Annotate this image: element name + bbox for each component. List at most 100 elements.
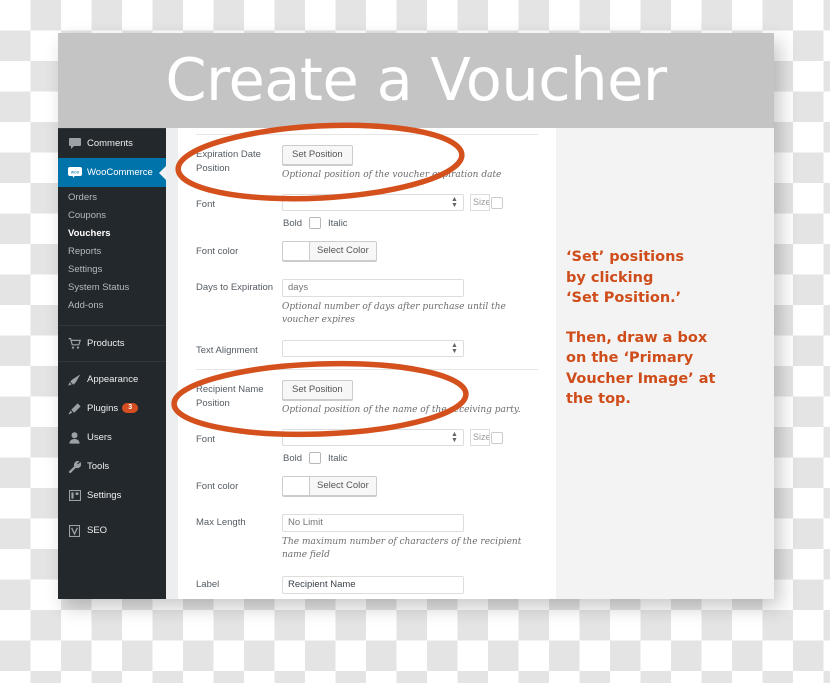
sidebar-gutter bbox=[166, 128, 178, 599]
field-description: Optional position of the voucher expirat… bbox=[282, 170, 502, 180]
window-title-bar: Create a Voucher bbox=[58, 33, 774, 128]
select-color-label: Select Color bbox=[317, 245, 369, 256]
font-size-input-recipient[interactable]: Size bbox=[470, 429, 490, 447]
annotation-line-1: ‘Set’ positions bbox=[566, 249, 685, 265]
spinner-icon: ▲ ▼ bbox=[451, 196, 458, 210]
admin-sidebar: Comments woo WooCommerce Orders Coupons … bbox=[58, 128, 167, 599]
sidebar-item-label: Tools bbox=[87, 461, 110, 472]
sidebar-item-label: SEO bbox=[87, 525, 108, 536]
sidebar-item-label: WooCommerce bbox=[87, 167, 153, 178]
page-title: Create a Voucher bbox=[165, 45, 667, 114]
sidebar-item-seo[interactable]: SEO bbox=[58, 516, 166, 545]
sidebar-item-label: Products bbox=[87, 338, 125, 349]
bold-checkbox-recipient[interactable] bbox=[309, 452, 322, 464]
voucher-settings-form: Expiration Date Position Set Position Op… bbox=[178, 128, 556, 599]
font-select-expiration[interactable]: ▲ ▼ bbox=[282, 194, 464, 212]
field-expiration-date-position: Expiration Date Position Set Position Op… bbox=[178, 144, 556, 182]
field-days-to-expiration: Days to Expiration Optional number of da… bbox=[178, 277, 556, 327]
annotation-line-4: Then, draw a box bbox=[566, 329, 708, 346]
field-label: Max Length bbox=[196, 517, 246, 528]
select-color-button-expiration[interactable]: Select Color bbox=[282, 241, 377, 261]
annotation-gap bbox=[566, 309, 766, 328]
spinner-icon: ▲ ▼ bbox=[451, 431, 458, 445]
set-position-button-recipient[interactable]: Set Position bbox=[282, 380, 353, 400]
sidebar-subitem-settings[interactable]: Settings bbox=[58, 261, 166, 279]
field-label: Font color bbox=[196, 481, 239, 492]
user-icon bbox=[67, 431, 82, 444]
field-label: Days to Expiration bbox=[196, 282, 274, 293]
comment-icon bbox=[67, 137, 82, 150]
bold-italic-row-recipient: Bold Italic bbox=[282, 452, 544, 464]
svg-text:woo: woo bbox=[70, 169, 79, 174]
plug-icon bbox=[67, 402, 82, 415]
sidebar-item-tools[interactable]: Tools bbox=[58, 452, 166, 481]
italic-label: Italic bbox=[328, 217, 348, 229]
color-swatch bbox=[283, 242, 310, 260]
wp-admin-body: Comments woo WooCommerce Orders Coupons … bbox=[58, 128, 774, 599]
select-color-label: Select Color bbox=[317, 480, 369, 491]
bold-italic-row-expiration: Bold Italic bbox=[282, 217, 544, 229]
sidebar-item-appearance[interactable]: Appearance bbox=[58, 365, 166, 394]
sidebar-item-products[interactable]: Products bbox=[58, 329, 166, 358]
sidebar-divider-2 bbox=[58, 361, 166, 362]
field-label: Font bbox=[196, 434, 216, 445]
sidebar-item-label: Comments bbox=[87, 138, 133, 149]
color-swatch bbox=[283, 477, 310, 495]
size-checkbox-recipient[interactable] bbox=[491, 431, 503, 444]
field-description: Optional number of days after purchase u… bbox=[282, 302, 506, 325]
field-expiration-font: Font ▲ ▼ Size Bold Italic bbox=[178, 194, 556, 229]
sidebar-subitem-add-ons[interactable]: Add-ons bbox=[58, 297, 166, 315]
bold-checkbox-expiration[interactable] bbox=[309, 217, 322, 229]
seo-icon bbox=[67, 524, 82, 537]
sidebar-item-woocommerce[interactable]: woo WooCommerce bbox=[58, 158, 167, 187]
form-rule-mid bbox=[196, 369, 538, 370]
field-description: The maximum number of characters of the … bbox=[282, 537, 522, 560]
field-label: Label bbox=[196, 579, 220, 590]
size-checkbox-expiration[interactable] bbox=[491, 196, 503, 209]
bold-label: Bold bbox=[283, 217, 303, 229]
max-length-input[interactable] bbox=[282, 514, 464, 532]
field-text-alignment: Text Alignment ▲ ▼ bbox=[178, 340, 556, 358]
annotation-line-3: ‘Set Position.’ bbox=[566, 290, 682, 306]
sliders-icon bbox=[67, 489, 82, 502]
field-label: Font bbox=[196, 199, 216, 210]
plugins-update-badge: 3 bbox=[122, 402, 139, 413]
sidebar-subitem-coupons[interactable]: Coupons bbox=[58, 207, 166, 225]
sidebar-item-label: Users bbox=[87, 432, 112, 443]
field-recipient-font: Font ▲ ▼ Size Bold Italic bbox=[178, 429, 556, 464]
recipient-label-input[interactable] bbox=[282, 576, 464, 594]
annotation-line-6: Voucher Image’ at bbox=[566, 370, 716, 387]
font-size-input-expiration[interactable]: Size bbox=[470, 194, 490, 212]
brush-icon bbox=[67, 373, 82, 386]
sidebar-item-plugins[interactable]: Plugins 3 bbox=[58, 394, 166, 423]
sidebar-item-users[interactable]: Users bbox=[58, 423, 166, 452]
annotation-callout: ‘Set’ positions by clicking ‘Set Positio… bbox=[566, 247, 766, 410]
sidebar-divider-1 bbox=[58, 325, 166, 326]
sidebar-subitem-system-status[interactable]: System Status bbox=[58, 279, 166, 297]
font-select-recipient[interactable]: ▲ ▼ bbox=[282, 429, 464, 447]
bold-label: Bold bbox=[283, 452, 303, 464]
sidebar-subitem-vouchers[interactable]: Vouchers bbox=[58, 225, 166, 243]
sidebar-subitem-orders[interactable]: Orders bbox=[58, 189, 166, 207]
sidebar-item-settings[interactable]: Settings bbox=[58, 481, 166, 510]
cart-icon bbox=[67, 337, 82, 350]
annotation-line-2: by clicking bbox=[566, 269, 654, 286]
text-alignment-select[interactable]: ▲ ▼ bbox=[282, 340, 464, 358]
sidebar-item-comments[interactable]: Comments bbox=[58, 129, 166, 158]
sidebar-subitem-reports[interactable]: Reports bbox=[58, 243, 166, 261]
field-label: Expiration Date Position bbox=[196, 149, 261, 174]
wrench-icon bbox=[67, 460, 82, 473]
field-label: Font color bbox=[196, 246, 239, 257]
field-recipient-name-position: Recipient Name Position Set Position Opt… bbox=[178, 379, 556, 417]
sidebar-item-label: Settings bbox=[87, 490, 122, 501]
set-position-button-expiration[interactable]: Set Position bbox=[282, 145, 353, 165]
spinner-icon: ▲ ▼ bbox=[451, 342, 458, 356]
woocommerce-submenu: Orders Coupons Vouchers Reports Settings… bbox=[58, 187, 166, 322]
select-color-button-recipient[interactable]: Select Color bbox=[282, 476, 377, 496]
form-rule-top bbox=[196, 134, 538, 135]
field-recipient-font-color: Font color Select Color bbox=[178, 476, 556, 500]
field-label: Text Alignment bbox=[196, 345, 258, 356]
woocommerce-icon: woo bbox=[67, 166, 82, 179]
days-to-expiration-input[interactable] bbox=[282, 279, 464, 297]
field-label: Recipient Name Position bbox=[196, 384, 264, 409]
